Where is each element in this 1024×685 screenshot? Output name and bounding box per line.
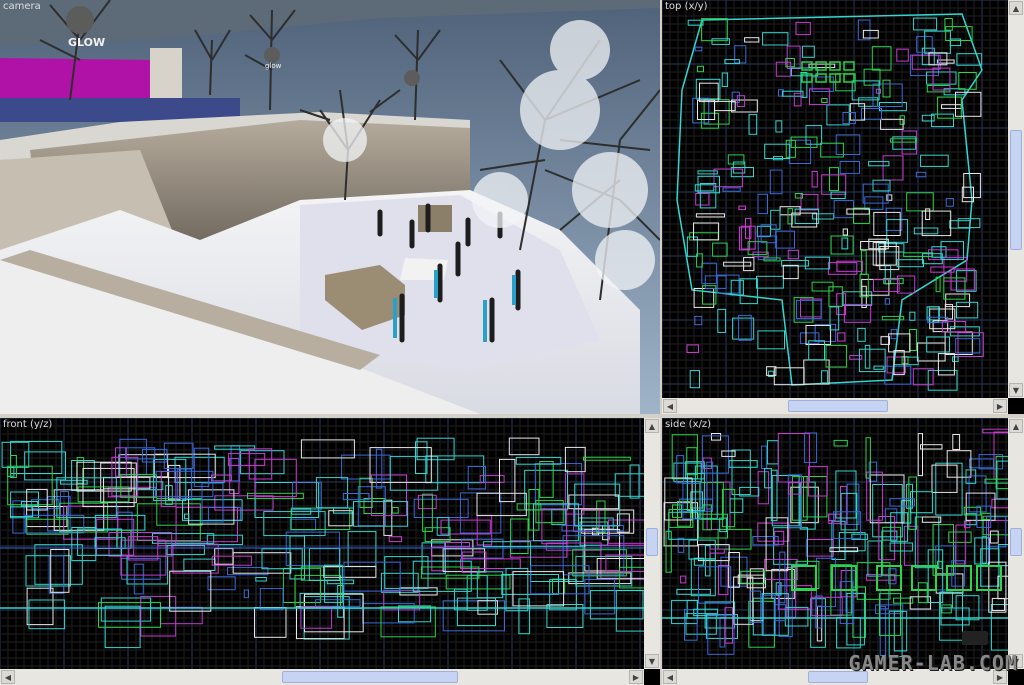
top-viewport-label: top (x/y): [665, 1, 708, 12]
side-wireframe: [662, 418, 1008, 669]
front-viewport-label: front (y/z): [3, 419, 53, 430]
scroll-thumb[interactable]: [788, 400, 888, 412]
scroll-thumb[interactable]: [1010, 528, 1022, 556]
brush-outlines: [1, 437, 644, 649]
scroll-right-button[interactable]: ▶: [629, 670, 643, 684]
brush-outlines: [663, 428, 1008, 658]
watermark-logo-icon: [962, 631, 988, 645]
front-viewport[interactable]: front (y/z) ▲ ▼ ◀ ▶: [0, 418, 660, 685]
glow-sign-text: GLOW: [68, 36, 105, 49]
scroll-right-button[interactable]: ▶: [993, 399, 1007, 413]
front-vertical-scrollbar[interactable]: ▲ ▼: [644, 418, 660, 669]
scroll-left-button[interactable]: ◀: [663, 670, 677, 684]
scroll-up-button[interactable]: ▲: [1009, 419, 1023, 433]
watermark: GAMER-LAB.COM: [848, 651, 1018, 675]
camera-scene: GLOW glow: [0, 0, 660, 414]
scroll-left-button[interactable]: ◀: [663, 399, 677, 413]
camera-viewport-label: camera: [3, 1, 41, 12]
building: [150, 48, 182, 104]
glow-lamp-text: glow: [265, 62, 282, 70]
scroll-thumb[interactable]: [1010, 130, 1022, 250]
top-vertical-scrollbar[interactable]: ▲ ▼: [1008, 0, 1024, 398]
front-horizontal-scrollbar[interactable]: ◀ ▶: [0, 669, 644, 685]
scroll-thumb[interactable]: [646, 528, 658, 556]
top-wireframe: [662, 0, 1008, 398]
scroll-down-button[interactable]: ▼: [1009, 383, 1023, 397]
scroll-up-button[interactable]: ▲: [1009, 1, 1023, 15]
top-horizontal-scrollbar[interactable]: ◀ ▶: [662, 398, 1008, 414]
scroll-left-button[interactable]: ◀: [1, 670, 15, 684]
scroll-down-button[interactable]: ▼: [645, 654, 659, 668]
scroll-up-button[interactable]: ▲: [645, 419, 659, 433]
lamp-icon: [66, 6, 94, 34]
side-viewport-label: side (x/z): [665, 419, 712, 430]
top-viewport[interactable]: top (x/y) ▲ ▼ ◀ ▶: [662, 0, 1024, 414]
camera-viewport[interactable]: camera GLOW glow: [0, 0, 660, 414]
scroll-thumb[interactable]: [282, 671, 458, 683]
front-wireframe: [0, 418, 644, 669]
side-vertical-scrollbar[interactable]: ▲ ▼: [1008, 418, 1024, 669]
